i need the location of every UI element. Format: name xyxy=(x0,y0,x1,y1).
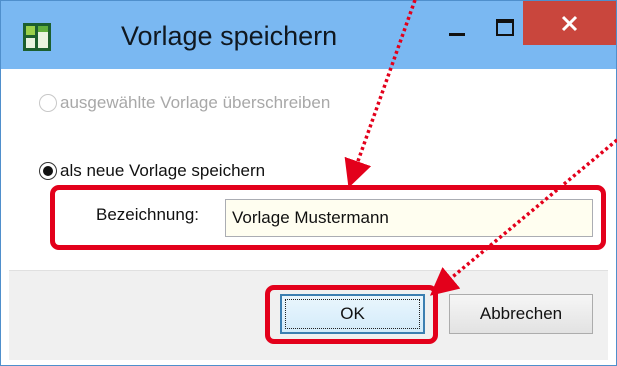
save-as-new-label[interactable]: als neue Vorlage speichern xyxy=(60,161,265,181)
ok-button-label: OK xyxy=(340,304,365,323)
name-label: Bezeichnung: xyxy=(96,205,200,224)
title-bar[interactable]: Vorlage speichern xyxy=(1,1,616,69)
cancel-button[interactable]: Abbrechen xyxy=(449,294,593,334)
save-as-new-option[interactable]: als neue Vorlage speichern xyxy=(39,161,265,181)
close-button[interactable] xyxy=(523,1,616,45)
name-input[interactable] xyxy=(225,199,593,237)
overwrite-label: ausgewählte Vorlage überschreiben xyxy=(60,93,331,112)
overwrite-option: ausgewählte Vorlage überschreiben xyxy=(39,93,330,113)
window-title: Vorlage speichern xyxy=(121,21,338,51)
save-as-new-radio[interactable] xyxy=(39,162,57,180)
app-icon xyxy=(23,23,51,51)
close-icon xyxy=(561,15,578,32)
dialog-window: Vorlage speichern ausgewählte Vorlage üb… xyxy=(0,0,617,366)
ok-button[interactable]: OK xyxy=(280,294,425,334)
overwrite-radio xyxy=(39,94,57,112)
minimize-button[interactable] xyxy=(431,7,483,47)
